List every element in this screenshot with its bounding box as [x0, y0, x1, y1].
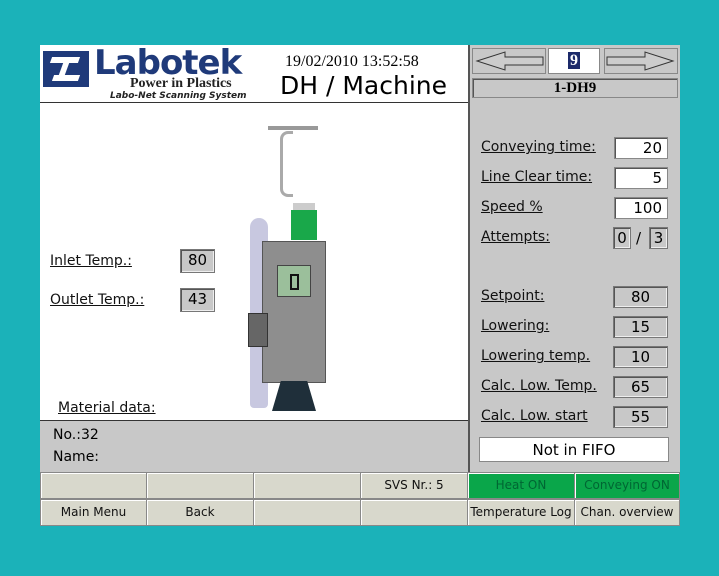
bottom-button-empty-1[interactable]	[40, 472, 147, 499]
channel-input[interactable]: 9	[548, 48, 600, 74]
conveying-time-input[interactable]: 20	[614, 137, 668, 159]
attempts-max: 3	[649, 227, 668, 249]
main-menu-button[interactable]: Main Menu	[40, 499, 147, 526]
lowering-temp-label[interactable]: Lowering temp.	[481, 348, 590, 364]
line-clear-time-input[interactable]: 5	[614, 167, 668, 189]
back-button[interactable]: Back	[146, 499, 254, 526]
fifo-status: Not in FIFO	[479, 437, 669, 462]
speed-label[interactable]: Speed %	[481, 199, 543, 215]
lowering-label[interactable]: Lowering:	[481, 318, 549, 334]
inlet-temp-label: Inlet Temp.:	[50, 253, 132, 269]
page-title: DH / Machine	[280, 71, 448, 100]
lowering-value: 15	[613, 316, 668, 338]
setpoint-label[interactable]: Setpoint:	[481, 288, 544, 304]
machine-name: 1-DH9	[472, 78, 678, 98]
bottom-button-empty-4[interactable]	[253, 499, 361, 526]
attempts-label[interactable]: Attempts:	[481, 229, 550, 245]
bottom-button-empty-3[interactable]	[253, 472, 361, 499]
channel-value: 9	[568, 52, 580, 69]
labotek-logo-icon	[43, 51, 89, 87]
bottom-button-empty-2[interactable]	[146, 472, 254, 499]
brand-subtitle: Labo-Net Scanning System	[110, 91, 247, 101]
bottom-button-empty-5[interactable]	[360, 499, 468, 526]
inlet-temp-value: 80	[180, 249, 215, 273]
next-channel-button[interactable]	[604, 48, 678, 74]
material-no: No.:32	[53, 427, 99, 443]
dryer-machine-image	[245, 123, 345, 413]
datetime: 19/02/2010 13:52:58	[285, 53, 419, 70]
material-info-area: No.:32 Name:	[40, 420, 468, 473]
calc-low-temp-value: 65	[613, 376, 668, 398]
brand-tagline: Power in Plastics	[130, 76, 232, 91]
header-divider	[40, 102, 468, 103]
left-panel: Labotek Power in Plastics Labo-Net Scann…	[40, 43, 468, 473]
attempts-separator: /	[636, 229, 642, 247]
conveying-status: Conveying ON	[574, 472, 680, 499]
prev-channel-button[interactable]	[472, 48, 546, 74]
arrow-right-icon	[606, 51, 675, 71]
material-name: Name:	[53, 449, 100, 465]
outlet-temp-label: Outlet Temp.:	[50, 292, 145, 308]
setpoint-value: 80	[613, 286, 668, 308]
temperature-log-button[interactable]: Temperature Log	[467, 499, 575, 526]
calc-low-temp-label[interactable]: Calc. Low. Temp.	[481, 378, 597, 394]
svs-number: SVS Nr.: 5	[360, 472, 468, 499]
arrow-left-icon	[475, 51, 544, 71]
outlet-temp-value: 43	[180, 288, 215, 312]
heat-status: Heat ON	[467, 472, 575, 499]
conveying-time-label[interactable]: Conveying time:	[481, 139, 596, 155]
attempts-done: 0	[613, 227, 631, 249]
material-data-label[interactable]: Material data:	[58, 400, 156, 416]
line-clear-time-label[interactable]: Line Clear time:	[481, 169, 592, 185]
calc-low-start-label[interactable]: Calc. Low. start	[481, 408, 588, 424]
calc-low-start-value: 55	[613, 406, 668, 428]
speed-input[interactable]: 100	[614, 197, 668, 219]
lowering-temp-value: 10	[613, 346, 668, 368]
right-panel: 9 1-DH9 Conveying time: 20 Line Clear ti…	[468, 45, 680, 472]
channel-overview-button[interactable]: Chan. overview	[574, 499, 680, 526]
